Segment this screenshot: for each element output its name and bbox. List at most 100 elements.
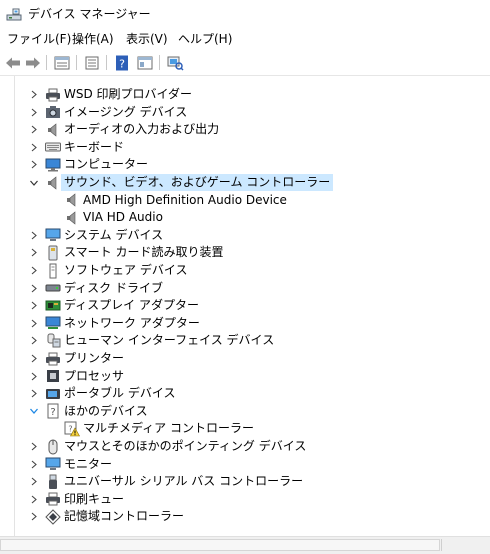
menu-file[interactable]: ファイル(F) xyxy=(6,31,72,47)
expand-arrow-icon xyxy=(31,319,37,328)
tree-item-label: サウンド、ビデオ、およびゲーム コントローラー xyxy=(61,174,334,191)
expander-toggle[interactable] xyxy=(28,244,40,261)
tree-category[interactable]: ? ほかのデバイス xyxy=(0,403,420,420)
expander-toggle[interactable] xyxy=(28,473,40,490)
tree-item-label: コンピューター xyxy=(64,157,149,172)
tree-device[interactable]: AMD High Definition Audio Device xyxy=(0,192,420,209)
expander-toggle[interactable] xyxy=(28,332,40,349)
tree-item-label: キーボード xyxy=(64,139,125,154)
expander-toggle[interactable] xyxy=(28,227,40,244)
menu-help[interactable]: ヘルプ(H) xyxy=(177,31,233,47)
expand-arrow-icon xyxy=(31,90,37,99)
expand-arrow-icon xyxy=(31,336,37,345)
tree-item-label: モニター xyxy=(64,456,113,471)
tree-category[interactable]: ネットワーク アダプター xyxy=(0,315,420,332)
tree-item-label: ディスプレイ アダプター xyxy=(64,298,199,313)
expander-toggle[interactable] xyxy=(28,156,40,173)
tree-category[interactable]: モニター xyxy=(0,456,420,473)
tree-category[interactable]: コンピューター xyxy=(0,156,420,173)
expander-toggle[interactable] xyxy=(28,350,40,367)
speaker-icon xyxy=(45,121,61,138)
expander-toggle[interactable] xyxy=(28,438,40,455)
expander-toggle[interactable] xyxy=(28,403,40,420)
forward-button[interactable] xyxy=(24,54,42,71)
tree-item-label: マウスとそのほかのポインティング デバイス xyxy=(64,439,307,453)
tree-item-label: イメージング デバイス xyxy=(64,104,188,119)
expand-arrow-icon xyxy=(31,477,37,486)
storage-controller-icon xyxy=(45,508,61,525)
tree-category[interactable]: ディスプレイ アダプター xyxy=(0,297,420,314)
expander-toggle[interactable] xyxy=(28,456,40,473)
expander-toggle[interactable] xyxy=(28,315,40,332)
expander-toggle[interactable] xyxy=(28,297,40,314)
properties-pane-button[interactable] xyxy=(136,54,154,71)
printer-icon xyxy=(45,491,61,508)
tree-item-label: ディスク ドライブ xyxy=(64,280,163,295)
menu-action[interactable]: 操作(A) xyxy=(71,31,115,47)
collapse-arrow-icon xyxy=(30,408,38,415)
expander-toggle[interactable] xyxy=(28,280,40,297)
expand-arrow-icon xyxy=(31,231,37,240)
svg-text:?: ? xyxy=(119,57,125,70)
horizontal-scrollbar[interactable] xyxy=(0,536,490,554)
printer-icon xyxy=(45,350,61,367)
forward-arrow-icon xyxy=(26,57,40,68)
tree-item-label: 印刷キュー xyxy=(64,491,125,506)
tree-item-label: ユニバーサル シリアル バス コントローラー xyxy=(64,474,304,489)
expand-arrow-icon xyxy=(31,301,37,310)
tree-category[interactable]: プロセッサ xyxy=(0,368,420,385)
tree-item-label: ほかのデバイス xyxy=(64,403,148,418)
device-list-button[interactable] xyxy=(83,54,101,71)
scrollbar-thumb[interactable] xyxy=(0,539,440,551)
scan-hardware-button[interactable] xyxy=(166,54,184,71)
tree-item-label: VIA HD Audio xyxy=(83,210,163,225)
tree-category[interactable]: キーボード xyxy=(0,139,420,156)
back-button[interactable] xyxy=(4,54,22,71)
tree-category[interactable]: ポータブル デバイス xyxy=(0,385,420,402)
expander-toggle[interactable] xyxy=(28,121,40,138)
tree-category[interactable]: マウスとそのほかのポインティング デバイス xyxy=(0,438,420,455)
keyboard-icon xyxy=(45,139,61,156)
tree-category[interactable]: ディスク ドライブ xyxy=(0,280,420,297)
tree-category[interactable]: 記憶域コントローラー xyxy=(0,508,420,525)
tree-category[interactable]: ユニバーサル シリアル バス コントローラー xyxy=(0,473,420,490)
monitor-icon xyxy=(45,227,61,244)
tree-category[interactable]: システム デバイス xyxy=(0,227,420,244)
tree-device[interactable]: ? マルチメディア コントローラー xyxy=(0,420,420,437)
expander-toggle[interactable] xyxy=(28,368,40,385)
tree-category[interactable]: ヒューマン インターフェイス デバイス xyxy=(0,332,420,349)
tree-category[interactable]: 印刷キュー xyxy=(0,491,420,508)
tree-category[interactable]: サウンド、ビデオ、およびゲーム コントローラー xyxy=(0,174,420,191)
expander-toggle[interactable] xyxy=(28,385,40,402)
expander-toggle[interactable] xyxy=(28,491,40,508)
expander-toggle[interactable] xyxy=(28,174,40,191)
expand-arrow-icon xyxy=(31,495,37,504)
printer-icon xyxy=(45,86,61,103)
tree-category[interactable]: スマート カード読み取り装置 xyxy=(0,244,420,261)
smartcard-reader-icon xyxy=(45,244,61,261)
back-arrow-icon xyxy=(6,57,20,68)
expand-arrow-icon xyxy=(31,248,37,257)
speaker-icon xyxy=(64,192,80,209)
properties-pane-icon xyxy=(137,56,153,69)
toolbar-separator xyxy=(76,55,77,70)
properties-button[interactable] xyxy=(53,54,71,71)
scrollbar-divider xyxy=(441,539,442,551)
tree-item-label: ネットワーク アダプター xyxy=(64,315,200,330)
tree-category[interactable]: オーディオの入力および出力 xyxy=(0,121,420,138)
tree-category[interactable]: プリンター xyxy=(0,350,420,367)
tree-device[interactable]: VIA HD Audio xyxy=(0,209,420,226)
expander-toggle[interactable] xyxy=(28,262,40,279)
tree-category[interactable]: イメージング デバイス xyxy=(0,104,420,121)
expander-toggle[interactable] xyxy=(28,508,40,525)
expand-arrow-icon xyxy=(31,108,37,117)
expander-toggle[interactable] xyxy=(28,104,40,121)
expander-toggle[interactable] xyxy=(28,86,40,103)
menu-view[interactable]: 表示(V) xyxy=(125,31,169,47)
expander-toggle[interactable] xyxy=(28,139,40,156)
help-button[interactable]: ? xyxy=(113,54,131,71)
scan-hardware-icon xyxy=(167,56,184,71)
tree-category[interactable]: ソフトウェア デバイス xyxy=(0,262,420,279)
tree-item-label: 記憶域コントローラー xyxy=(64,509,185,524)
tree-category[interactable]: WSD 印刷プロバイダー xyxy=(0,86,420,103)
